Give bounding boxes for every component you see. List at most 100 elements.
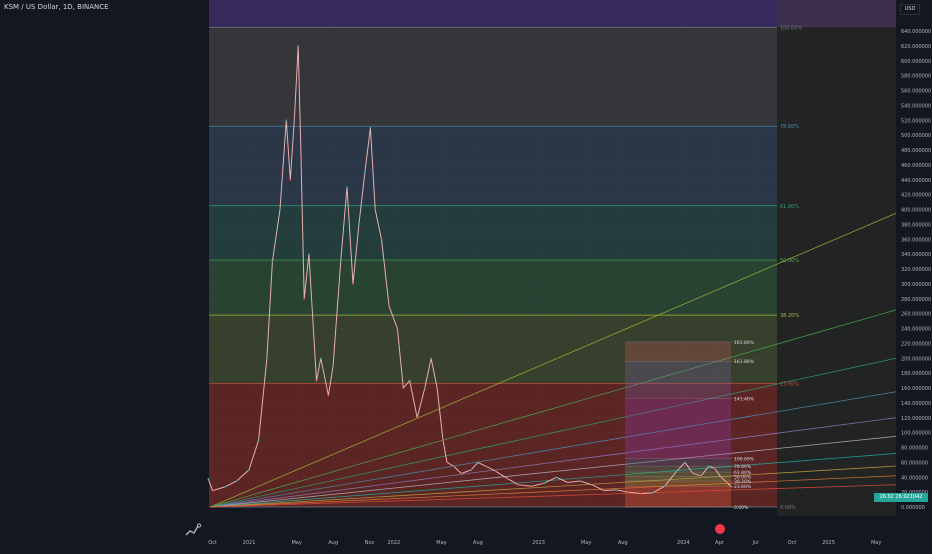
price-point	[590, 483, 593, 486]
fib-small-zone	[625, 476, 731, 481]
fib-level-label: 100.00%	[780, 25, 802, 31]
price-point	[423, 387, 426, 389]
x-tick-label: 2022	[387, 540, 400, 546]
y-tick-label: 120.000000	[901, 416, 931, 422]
price-point	[289, 178, 292, 181]
price-point	[436, 387, 438, 389]
price-point	[700, 474, 703, 477]
symbol-title: KSM / US Dollar, 1D, BINANCE	[4, 3, 111, 11]
y-tick-label: 360.000000	[901, 237, 931, 243]
y-tick-label: 300.000000	[901, 282, 931, 288]
price-point	[615, 488, 617, 491]
price-point	[346, 186, 348, 189]
x-tick-label: 2021	[243, 540, 256, 546]
price-point	[442, 439, 444, 441]
y-tick-label: 160.000000	[901, 386, 931, 392]
x-tick-label: Aug	[328, 540, 338, 546]
y-tick-label: 580.000000	[901, 74, 931, 80]
x-axis-panel[interactable]	[0, 536, 896, 550]
price-point	[300, 156, 302, 159]
price-point	[293, 119, 296, 122]
price-point	[402, 387, 405, 389]
x-tick-label: May	[291, 540, 301, 546]
fib-zone	[209, 205, 777, 261]
price-point	[530, 485, 533, 488]
fib-small-label: 38.20%	[734, 479, 752, 485]
price-point	[675, 470, 678, 473]
currency-button[interactable]: USD	[900, 4, 920, 15]
price-point	[327, 394, 330, 397]
price-point	[430, 357, 433, 360]
fib-small-zone	[625, 480, 731, 487]
x-tick-label: Aug	[618, 540, 628, 546]
price-point	[352, 282, 354, 285]
fib-level-label: 0.00%	[780, 505, 796, 511]
fib-level-label: 61.80%	[780, 204, 799, 210]
x-tick-label: 2023	[532, 540, 545, 546]
chart-event-icon[interactable]	[715, 524, 725, 534]
y-axis-panel[interactable]	[896, 0, 932, 550]
price-point	[223, 486, 226, 488]
y-tick-label: 540.000000	[901, 103, 931, 109]
price-point	[369, 126, 372, 129]
y-tick-label: 140.000000	[901, 401, 931, 407]
fib-small-label: 161.80%	[734, 340, 755, 346]
fib-small-label: 78.60%	[734, 464, 752, 470]
y-tick-label: 80.000000	[901, 446, 928, 452]
y-tick-label: 220.000000	[901, 341, 931, 347]
price-point	[566, 481, 569, 484]
fib-zone	[209, 27, 777, 127]
price-point	[730, 486, 733, 488]
price-point	[477, 461, 479, 464]
symbol-text: KSM / US Dollar, 1D, BINANCE	[4, 3, 109, 11]
price-point	[265, 357, 268, 360]
price-point	[627, 491, 630, 494]
price-point	[726, 481, 728, 484]
y-tick-label: 560.000000	[901, 89, 931, 95]
y-tick-label: 500.000000	[901, 133, 931, 139]
y-tick-label: 0.000000	[901, 505, 925, 511]
price-point	[555, 476, 558, 479]
y-tick-label: 280.000000	[901, 297, 931, 303]
x-tick-label: May	[436, 540, 446, 546]
price-point	[651, 491, 654, 494]
price-point	[408, 379, 411, 382]
y-tick-label: 440.000000	[901, 178, 931, 184]
price-point	[396, 327, 399, 330]
price-point	[720, 476, 722, 479]
price-point	[707, 465, 710, 467]
price-point	[339, 260, 342, 263]
price-point	[713, 467, 716, 470]
fib-level-label: 78.60%	[780, 124, 799, 130]
price-point	[484, 465, 487, 467]
price-point	[363, 171, 366, 174]
fib-small-label: 23.60%	[734, 484, 752, 490]
y-tick-label: 460.000000	[901, 163, 931, 169]
x-tick-label: May	[581, 540, 591, 546]
fib-small-zone	[625, 472, 731, 477]
price-point	[663, 485, 666, 488]
price-point	[578, 480, 581, 482]
fib-small-zone	[625, 458, 731, 467]
fib-small-label: 161.80%	[734, 359, 755, 365]
x-tick-label: 2024	[677, 540, 690, 546]
price-chart[interactable]: 100.00%78.60%61.80%50.00%38.20%23.60%0.0…	[0, 0, 932, 550]
price-point	[211, 489, 214, 492]
fib-small-zone	[625, 361, 731, 399]
x-tick-label: Oct	[208, 540, 217, 546]
x-tick-label: Apr	[715, 540, 725, 546]
price-point	[639, 492, 642, 495]
price-point	[543, 482, 546, 485]
price-point	[207, 477, 210, 480]
price-point	[358, 223, 360, 226]
price-point	[332, 364, 335, 367]
fib-small-label: 100.00%	[734, 457, 755, 463]
y-tick-label: 400.000000	[901, 208, 931, 214]
price-point	[257, 439, 260, 441]
x-tick-label: Oct	[788, 540, 797, 546]
tradingview-logo	[185, 523, 202, 536]
x-tick-label: Aug	[473, 540, 483, 546]
price-point	[271, 260, 274, 263]
y-tick-label: 600.000000	[901, 59, 931, 65]
y-tick-label: 100.000000	[901, 431, 931, 437]
